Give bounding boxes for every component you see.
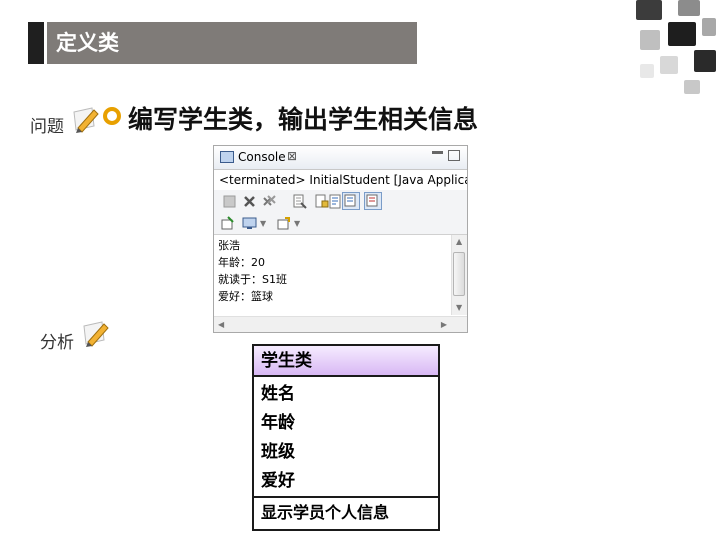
pencil-icon xyxy=(83,321,109,347)
scroll-lock-icon[interactable] xyxy=(314,194,329,209)
console-tab-label: Console xyxy=(238,150,286,164)
minimize-icon[interactable] xyxy=(432,151,443,154)
console-toolbar-row1 xyxy=(214,190,467,212)
display-console-icon[interactable] xyxy=(242,216,257,231)
console-line: 就读于：S1班 xyxy=(218,273,287,286)
word-wrap-icon[interactable] xyxy=(328,194,343,209)
remove-all-icon[interactable] xyxy=(262,194,277,209)
show-on-output-icon[interactable] xyxy=(342,192,360,210)
uml-attribute: 姓名 xyxy=(261,384,295,404)
bullet-icon xyxy=(103,107,121,125)
console-status: <terminated> InitialStudent [Java Applic… xyxy=(214,170,467,190)
uml-attribute: 年龄 xyxy=(261,413,295,433)
scroll-thumb[interactable] xyxy=(453,252,465,296)
pencil-icon xyxy=(73,107,99,133)
uml-method: 显示学员个人信息 xyxy=(261,503,390,522)
close-icon[interactable]: ⊠ xyxy=(287,149,297,163)
uml-class-name: 学生类 xyxy=(254,346,438,377)
console-line: 年龄：20 xyxy=(218,256,265,269)
chevron-down-icon[interactable]: ▼ xyxy=(294,219,300,228)
analysis-label: 分析 xyxy=(40,333,74,353)
open-console-icon[interactable] xyxy=(276,216,291,231)
title-accent xyxy=(28,22,44,64)
slide-heading: 编写学生类，输出学生相关信息 xyxy=(128,105,479,134)
uml-attribute: 爱好 xyxy=(261,471,295,491)
console-view: Console ⊠ <terminated> InitialStudent [J… xyxy=(213,145,468,333)
vertical-scrollbar[interactable]: ▲ ▼ xyxy=(451,235,467,315)
clear-console-icon[interactable] xyxy=(292,194,307,209)
horizontal-scrollbar[interactable]: ◀ ▶ xyxy=(214,316,467,332)
question-label: 问题 xyxy=(30,117,64,137)
scroll-right-icon[interactable]: ▶ xyxy=(441,320,447,329)
terminate-icon[interactable] xyxy=(222,194,237,209)
uml-attributes: 姓名 年龄 班级 爱好 xyxy=(254,377,438,498)
remove-launch-icon[interactable] xyxy=(242,194,257,209)
console-line: 爱好：篮球 xyxy=(218,290,273,303)
maximize-icon[interactable] xyxy=(448,150,460,161)
console-icon xyxy=(220,151,234,163)
scroll-down-icon[interactable]: ▼ xyxy=(456,303,462,312)
uml-class-box: 学生类 姓名 年龄 班级 爱好 显示学员个人信息 xyxy=(252,344,440,531)
console-tab[interactable]: Console ⊠ xyxy=(214,146,467,170)
pin-console-icon[interactable] xyxy=(220,216,235,231)
scroll-up-icon[interactable]: ▲ xyxy=(456,237,462,246)
uml-attribute: 班级 xyxy=(261,442,295,462)
console-line: 张浩 xyxy=(218,239,240,252)
scroll-left-icon[interactable]: ◀ xyxy=(218,320,224,329)
show-on-error-icon[interactable] xyxy=(364,192,382,210)
console-toolbar-row2: ▼ ▼ xyxy=(214,212,467,234)
chevron-down-icon[interactable]: ▼ xyxy=(260,219,266,228)
console-output[interactable]: 张浩 年龄：20 就读于：S1班 爱好：篮球 ▲ ▼ ◀ ▶ xyxy=(214,234,467,332)
slide-title: 定义类 xyxy=(47,22,417,64)
